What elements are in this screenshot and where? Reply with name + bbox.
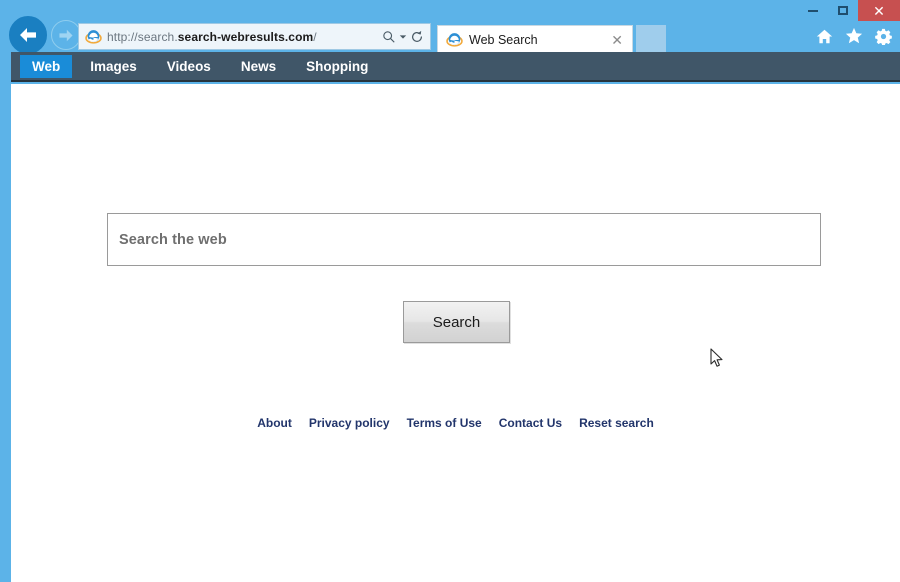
footer-link-about[interactable]: About	[257, 416, 292, 430]
nav-item-videos[interactable]: Videos	[155, 55, 223, 78]
address-bar[interactable]: http://search.search-webresults.com/	[78, 23, 431, 50]
title-bar: ✕ http://search.search-webresults.com/ W…	[0, 0, 900, 56]
forward-arrow-icon	[59, 29, 73, 41]
nav-item-images[interactable]: Images	[78, 55, 149, 78]
internet-explorer-icon	[85, 30, 102, 44]
page-content: Search the web Search About Privacy poli…	[11, 84, 900, 582]
back-button[interactable]	[9, 16, 47, 54]
favorites-star-icon[interactable]	[845, 27, 863, 45]
window-controls: ✕	[798, 0, 900, 21]
internet-explorer-icon	[446, 33, 463, 47]
url-prefix: http://search.	[107, 29, 178, 44]
home-icon[interactable]	[816, 28, 833, 45]
minimize-button[interactable]	[798, 0, 828, 21]
close-icon: ✕	[873, 2, 885, 19]
url-suffix: /	[313, 29, 317, 44]
maximize-button[interactable]	[828, 0, 858, 21]
site-navigation-bar: Web Images Videos News Shopping	[11, 52, 900, 82]
url-domain: search-webresults.com	[177, 29, 314, 44]
forward-button[interactable]	[51, 20, 81, 50]
tab-close-icon[interactable]: ✕	[608, 33, 626, 47]
minimize-icon	[808, 9, 818, 12]
magnifier-icon[interactable]	[382, 30, 396, 44]
maximize-icon	[838, 6, 848, 15]
tab-title: Web Search	[469, 32, 538, 47]
browser-window: ✕ http://search.search-webresults.com/ W…	[0, 0, 900, 582]
footer-links: About Privacy policy Terms of Use Contac…	[11, 416, 900, 430]
nav-item-web[interactable]: Web	[20, 54, 73, 78]
chevron-down-icon[interactable]	[399, 33, 407, 41]
navigation-buttons	[9, 16, 81, 54]
nav-item-news[interactable]: News	[229, 55, 288, 78]
browser-tab[interactable]: Web Search ✕	[437, 25, 633, 53]
footer-link-terms-of-use[interactable]: Terms of Use	[407, 416, 482, 430]
search-input-placeholder: Search the web	[119, 231, 227, 248]
left-edge-strip	[0, 56, 10, 582]
refresh-icon[interactable]	[410, 30, 424, 44]
footer-link-reset-search[interactable]: Reset search	[579, 416, 654, 430]
settings-gear-icon[interactable]	[875, 28, 892, 45]
new-tab-button[interactable]	[636, 25, 666, 53]
url-text: http://search.search-webresults.com/	[107, 30, 382, 44]
search-input[interactable]: Search the web	[107, 213, 821, 266]
close-button[interactable]: ✕	[858, 0, 900, 21]
footer-link-privacy-policy[interactable]: Privacy policy	[309, 416, 390, 430]
back-arrow-icon	[20, 28, 36, 42]
footer-link-contact-us[interactable]: Contact Us	[499, 416, 562, 430]
browser-toolbar-icons	[816, 27, 892, 45]
nav-item-shopping[interactable]: Shopping	[294, 55, 380, 78]
address-bar-icons	[382, 30, 426, 44]
search-button[interactable]: Search	[403, 301, 510, 343]
